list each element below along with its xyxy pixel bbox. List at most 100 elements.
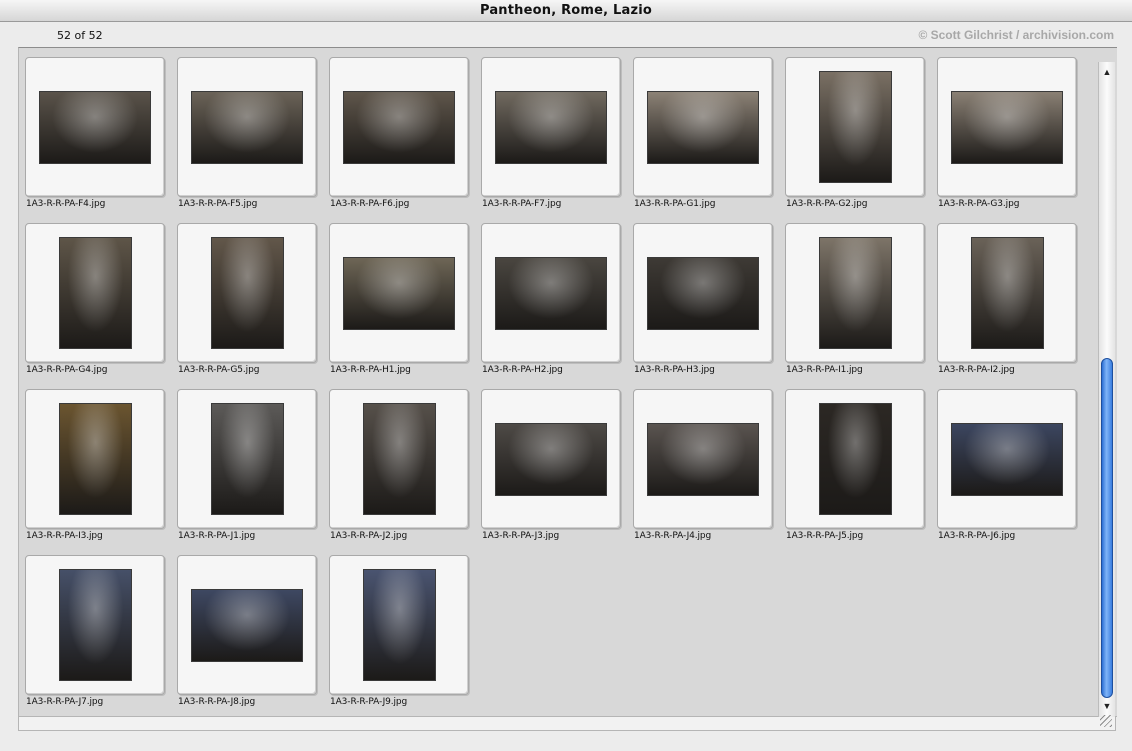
thumbnail-frame[interactable] — [25, 223, 165, 363]
thumbnail-frame[interactable] — [937, 57, 1077, 197]
thumbnail-cell[interactable]: 1A3-R-R-PA-G4.jpg — [25, 223, 177, 389]
thumbnail-filename: 1A3-R-R-PA-H2.jpg — [482, 365, 563, 375]
thumbnail-frame[interactable] — [481, 389, 621, 529]
thumbnail-frame[interactable] — [25, 555, 165, 695]
thumbnail-filename: 1A3-R-R-PA-G2.jpg — [786, 199, 868, 209]
thumbnail-cell[interactable]: 1A3-R-R-PA-J3.jpg — [481, 389, 633, 555]
thumbnail-image[interactable] — [211, 237, 284, 349]
thumbnail-filename: 1A3-R-R-PA-H3.jpg — [634, 365, 715, 375]
thumbnail-cell[interactable]: 1A3-R-R-PA-J4.jpg — [633, 389, 785, 555]
thumbnail-cell[interactable]: 1A3-R-R-PA-G3.jpg — [937, 57, 1089, 223]
thumbnail-frame[interactable] — [785, 389, 925, 529]
thumbnail-cell[interactable]: 1A3-R-R-PA-F4.jpg — [25, 57, 177, 223]
image-count: 52 of 52 — [57, 29, 103, 42]
thumbnail-cell[interactable]: 1A3-R-R-PA-J5.jpg — [785, 389, 937, 555]
scroll-down-arrow-icon[interactable]: ▼ — [1099, 699, 1115, 713]
thumbnail-image[interactable] — [59, 237, 132, 349]
thumbnail-image[interactable] — [971, 237, 1044, 349]
thumbnail-filename: 1A3-R-R-PA-J8.jpg — [178, 697, 256, 707]
thumbnail-frame[interactable] — [633, 223, 773, 363]
thumbnail-filename: 1A3-R-R-PA-J6.jpg — [938, 531, 1016, 541]
thumbnail-frame[interactable] — [25, 57, 165, 197]
thumbnail-image[interactable] — [647, 91, 759, 164]
thumbnail-frame[interactable] — [937, 389, 1077, 529]
thumbnail-filename: 1A3-R-R-PA-J5.jpg — [786, 531, 864, 541]
thumbnail-frame[interactable] — [177, 389, 317, 529]
thumbnail-frame[interactable] — [937, 223, 1077, 363]
thumbnail-image[interactable] — [343, 91, 455, 164]
thumbnail-frame[interactable] — [177, 555, 317, 695]
thumbnail-image[interactable] — [363, 569, 436, 681]
thumbnail-cell[interactable]: 1A3-R-R-PA-J8.jpg — [177, 555, 329, 721]
thumbnail-image[interactable] — [495, 91, 607, 164]
thumbnail-image[interactable] — [495, 257, 607, 330]
thumbnail-image[interactable] — [343, 257, 455, 330]
thumbnail-image[interactable] — [819, 71, 892, 183]
thumbnail-image[interactable] — [211, 403, 284, 515]
thumbnail-frame[interactable] — [633, 57, 773, 197]
thumbnail-filename: 1A3-R-R-PA-J1.jpg — [178, 531, 256, 541]
thumbnail-frame[interactable] — [329, 57, 469, 197]
thumbnail-image[interactable] — [647, 423, 759, 496]
thumbnail-frame[interactable] — [177, 223, 317, 363]
thumbnail-cell[interactable]: 1A3-R-R-PA-F7.jpg — [481, 57, 633, 223]
thumbnail-cell[interactable]: 1A3-R-R-PA-G5.jpg — [177, 223, 329, 389]
thumbnail-frame[interactable] — [785, 223, 925, 363]
thumbnail-frame[interactable] — [633, 389, 773, 529]
status-bar — [18, 715, 1116, 731]
thumbnail-filename: 1A3-R-R-PA-G4.jpg — [26, 365, 108, 375]
scroll-up-arrow-icon[interactable]: ▲ — [1099, 65, 1115, 79]
thumbnail-filename: 1A3-R-R-PA-G3.jpg — [938, 199, 1020, 209]
thumbnail-frame[interactable] — [329, 223, 469, 363]
thumbnail-frame[interactable] — [481, 223, 621, 363]
thumbnail-cell[interactable]: 1A3-R-R-PA-G2.jpg — [785, 57, 937, 223]
thumbnail-frame[interactable] — [481, 57, 621, 197]
thumbnail-filename: 1A3-R-R-PA-F5.jpg — [178, 199, 258, 209]
thumbnail-cell[interactable]: 1A3-R-R-PA-F6.jpg — [329, 57, 481, 223]
thumbnail-image[interactable] — [951, 423, 1063, 496]
thumbnail-cell[interactable]: 1A3-R-R-PA-H1.jpg — [329, 223, 481, 389]
thumbnail-cell[interactable]: 1A3-R-R-PA-J7.jpg — [25, 555, 177, 721]
thumbnail-frame[interactable] — [25, 389, 165, 529]
thumbnail-cell[interactable]: 1A3-R-R-PA-I3.jpg — [25, 389, 177, 555]
thumbnail-filename: 1A3-R-R-PA-F6.jpg — [330, 199, 410, 209]
resize-grip-icon[interactable] — [1100, 715, 1112, 727]
vertical-scrollbar[interactable]: ▲ ▼ — [1098, 62, 1115, 717]
thumbnail-filename: 1A3-R-R-PA-G5.jpg — [178, 365, 260, 375]
thumbnail-image[interactable] — [59, 403, 132, 515]
thumbnail-image[interactable] — [819, 237, 892, 349]
thumbnail-filename: 1A3-R-R-PA-G1.jpg — [634, 199, 716, 209]
thumbnail-cell[interactable]: 1A3-R-R-PA-G1.jpg — [633, 57, 785, 223]
thumbnail-cell[interactable]: 1A3-R-R-PA-J1.jpg — [177, 389, 329, 555]
thumbnail-cell[interactable]: 1A3-R-R-PA-J2.jpg — [329, 389, 481, 555]
thumbnail-frame[interactable] — [785, 57, 925, 197]
scrollbar-thumb[interactable] — [1101, 358, 1113, 698]
thumbnail-frame[interactable] — [329, 389, 469, 529]
thumbnail-image[interactable] — [495, 423, 607, 496]
thumbnail-filename: 1A3-R-R-PA-J7.jpg — [26, 697, 104, 707]
thumbnail-cell[interactable]: 1A3-R-R-PA-J9.jpg — [329, 555, 481, 721]
thumbnail-image[interactable] — [191, 91, 303, 164]
thumbnail-cell[interactable]: 1A3-R-R-PA-I2.jpg — [937, 223, 1089, 389]
thumbnail-cell[interactable]: 1A3-R-R-PA-H2.jpg — [481, 223, 633, 389]
thumbnail-image[interactable] — [191, 589, 303, 662]
thumbnail-image[interactable] — [951, 91, 1063, 164]
thumbnail-frame[interactable] — [329, 555, 469, 695]
thumbnail-cell[interactable]: 1A3-R-R-PA-H3.jpg — [633, 223, 785, 389]
thumbnail-image[interactable] — [363, 403, 436, 515]
thumbnail-image[interactable] — [59, 569, 132, 681]
window-titlebar[interactable]: Pantheon, Rome, Lazio — [0, 0, 1132, 22]
thumbnail-image[interactable] — [39, 91, 151, 164]
thumbnail-image[interactable] — [819, 403, 892, 515]
thumbnail-filename: 1A3-R-R-PA-I2.jpg — [938, 365, 1015, 375]
thumbnail-cell[interactable]: 1A3-R-R-PA-I1.jpg — [785, 223, 937, 389]
thumbnail-cell[interactable]: 1A3-R-R-PA-J6.jpg — [937, 389, 1089, 555]
thumbnail-image[interactable] — [647, 257, 759, 330]
thumbnail-filename: 1A3-R-R-PA-I1.jpg — [786, 365, 863, 375]
thumbnail-cell[interactable]: 1A3-R-R-PA-F5.jpg — [177, 57, 329, 223]
thumbnail-filename: 1A3-R-R-PA-J3.jpg — [482, 531, 560, 541]
thumbnail-filename: 1A3-R-R-PA-F4.jpg — [26, 199, 106, 209]
window-title: Pantheon, Rome, Lazio — [479, 3, 653, 18]
thumbnail-viewport[interactable]: 1A3-R-R-PA-F4.jpg 1A3-R-R-PA-F5.jpg 1A3-R-… — [18, 47, 1117, 717]
thumbnail-frame[interactable] — [177, 57, 317, 197]
